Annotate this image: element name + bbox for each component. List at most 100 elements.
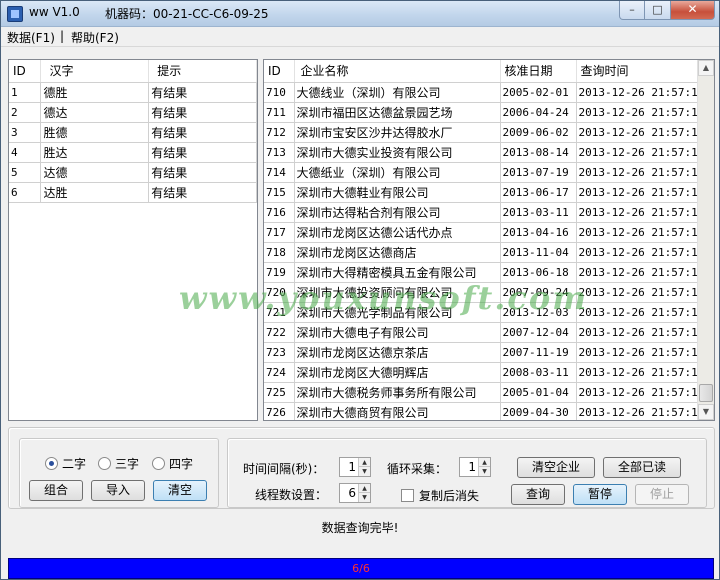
cell-company-name: 深圳市大德投资顾问有限公司 — [294, 282, 501, 303]
radio-label: 三字 — [115, 457, 140, 471]
cell-query-time: 2013-12-26 21:57:11 — [576, 362, 706, 383]
cell-approval-date: 2009-04-30 — [500, 402, 577, 420]
combine-button[interactable]: 组合 — [29, 480, 83, 501]
interval-spinner[interactable]: 1 ▲ ▼ — [339, 457, 371, 477]
keyword-row[interactable]: 1 德胜 有结果 — [9, 82, 257, 103]
radio-two-chars[interactable]: 二字 — [45, 455, 86, 472]
keyword-row[interactable]: 5 达德 有结果 — [9, 162, 257, 183]
spin-down-icon[interactable]: ▼ — [478, 467, 490, 476]
keyword-table[interactable]: ID 汉字 提示 1 德胜 有结果 2 德达 有结果 3 胜德 有结果 4 胜达 有结果 5 达德 有结果 6… — [8, 59, 258, 421]
company-row[interactable]: 716 深圳市达得粘合剂有限公司 2013-03-11 2013-12-26 21:5… — [264, 202, 706, 223]
spin-down-icon[interactable]: ▼ — [358, 493, 370, 502]
spin-up-icon[interactable]: ▲ — [478, 458, 490, 467]
keyword-row[interactable]: 3 胜德 有结果 — [9, 122, 257, 143]
loop-spinner[interactable]: 1 ▲ ▼ — [459, 457, 491, 477]
company-row[interactable]: 724 深圳市龙岗区大德明辉店 2008-03-11 2013-12-26 21:57… — [264, 362, 706, 383]
company-row[interactable]: 714 大德纸业（深圳）有限公司 2013-07-19 2013-12-26 21:5… — [264, 162, 706, 183]
query-button[interactable]: 查询 — [511, 484, 565, 505]
cell-hint: 有结果 — [148, 162, 257, 183]
cell-company-name: 深圳市龙岗区达德公话代办点 — [294, 222, 501, 243]
column-header-id[interactable]: ID — [9, 60, 42, 83]
company-row[interactable]: 721 深圳市大德光学制品有限公司 2013-12-03 2013-12-26 21:… — [264, 302, 706, 323]
company-row[interactable]: 712 深圳市宝安区沙井达得胶水厂 2009-06-02 2013-12-26 21:… — [264, 122, 706, 143]
cell-id: 718 — [264, 242, 295, 263]
company-row[interactable]: 722 深圳市大德电子有限公司 2007-12-04 2013-12-26 21:57… — [264, 322, 706, 343]
cell-id: 711 — [264, 102, 295, 123]
company-row[interactable]: 719 深圳市大得精密模具五金有限公司 2013-06-18 2013-12-26 2… — [264, 262, 706, 283]
menu-help[interactable]: 帮助(F2) — [71, 29, 119, 46]
scroll-up-arrow-icon[interactable]: ▲ — [698, 60, 714, 76]
cell-approval-date: 2006-04-24 — [500, 102, 577, 123]
cell-company-name: 大德纸业（深圳）有限公司 — [294, 162, 501, 183]
cell-id: 5 — [9, 162, 42, 183]
keyword-row[interactable]: 2 德达 有结果 — [9, 102, 257, 123]
company-row[interactable]: 718 深圳市龙岗区达德商店 2013-11-04 2013-12-26 21:57:… — [264, 242, 706, 263]
vertical-scrollbar[interactable]: ▲ ▼ — [697, 60, 714, 420]
company-table[interactable]: ID 企业名称 核准日期 查询时间 710 大德线业（深圳）有限公司 2005-02… — [263, 59, 715, 421]
scroll-down-arrow-icon[interactable]: ▼ — [698, 404, 714, 420]
cell-id: 724 — [264, 362, 295, 383]
cell-approval-date: 2008-03-11 — [500, 362, 577, 383]
interval-value: 1 — [348, 460, 356, 474]
radio-four-chars[interactable]: 四字 — [152, 455, 193, 472]
company-row[interactable]: 713 深圳市大德实业投资有限公司 2013-08-14 2013-12-26 21:… — [264, 142, 706, 163]
company-row[interactable]: 710 大德线业（深圳）有限公司 2005-02-01 2013-12-26 21:5… — [264, 82, 706, 103]
company-row[interactable]: 723 深圳市龙岗区达德京茶店 2007-11-19 2013-12-26 21:57… — [264, 342, 706, 363]
column-header-hanzi[interactable]: 汉字 — [40, 60, 150, 83]
column-header-company-name[interactable]: 企业名称 — [294, 60, 501, 83]
company-row[interactable]: 717 深圳市龙岗区达德公话代办点 2013-04-16 2013-12-26 21:… — [264, 222, 706, 243]
cell-id: 720 — [264, 282, 295, 303]
column-header-approval-date[interactable]: 核准日期 — [500, 60, 577, 83]
progress-bar: 6/6 — [8, 558, 714, 579]
cell-hint: 有结果 — [148, 182, 257, 203]
cell-approval-date: 2013-03-11 — [500, 202, 577, 223]
cell-hanzi: 达胜 — [40, 182, 150, 203]
cell-query-time: 2013-12-26 21:57:11 — [576, 282, 706, 303]
app-icon — [7, 6, 23, 22]
spin-down-icon[interactable]: ▼ — [358, 467, 370, 476]
spin-up-icon[interactable]: ▲ — [358, 484, 370, 493]
cell-id: 721 — [264, 302, 295, 323]
cell-query-time: 2013-12-26 21:57:11 — [576, 322, 706, 343]
company-row[interactable]: 715 深圳市大德鞋业有限公司 2013-06-17 2013-12-26 21:57… — [264, 182, 706, 203]
spin-up-icon[interactable]: ▲ — [358, 458, 370, 467]
cell-approval-date: 2013-12-03 — [500, 302, 577, 323]
clear-keywords-button[interactable]: 清空 — [153, 480, 207, 501]
pause-button[interactable]: 暂停 — [573, 484, 627, 505]
maximize-button[interactable]: □ — [645, 1, 671, 20]
main-window: ww V1.0 机器码：00-21-CC-C6-09-25 – □ ✕ 数据(F… — [0, 0, 720, 580]
cell-company-name: 深圳市宝安区沙井达得胶水厂 — [294, 122, 501, 143]
title-bar[interactable]: ww V1.0 机器码：00-21-CC-C6-09-25 – □ ✕ — [1, 1, 719, 27]
column-header-query-time[interactable]: 查询时间 — [576, 60, 706, 83]
keyword-row[interactable]: 6 达胜 有结果 — [9, 182, 257, 203]
keyword-row[interactable]: 4 胜达 有结果 — [9, 142, 257, 163]
cell-query-time: 2013-12-26 21:57:11 — [576, 102, 706, 123]
mark-all-read-button[interactable]: 全部已读 — [603, 457, 681, 478]
copy-hide-checkbox[interactable]: 复制后消失 — [401, 487, 479, 504]
cell-company-name: 深圳市福田区达德盆景园艺场 — [294, 102, 501, 123]
clear-companies-button[interactable]: 清空企业 — [517, 457, 595, 478]
company-row[interactable]: 726 深圳市大德商贸有限公司 2009-04-30 2013-12-26 21:57… — [264, 402, 706, 420]
company-row[interactable]: 720 深圳市大德投资顾问有限公司 2007-09-24 2013-12-26 21:… — [264, 282, 706, 303]
threads-spinner[interactable]: 6 ▲ ▼ — [339, 483, 371, 503]
cell-hint: 有结果 — [148, 82, 257, 103]
cell-id: 4 — [9, 142, 42, 163]
minimize-button[interactable]: – — [619, 1, 645, 20]
company-row[interactable]: 725 深圳市大德税务师事务所有限公司 2005-01-04 2013-12-26 2… — [264, 382, 706, 403]
cell-company-name: 深圳市大德实业投资有限公司 — [294, 142, 501, 163]
cell-id: 2 — [9, 102, 42, 123]
radio-three-chars[interactable]: 三字 — [98, 455, 139, 472]
company-row[interactable]: 711 深圳市福田区达德盆景园艺场 2006-04-24 2013-12-26 21:… — [264, 102, 706, 123]
cell-id: 723 — [264, 342, 295, 363]
import-button[interactable]: 导入 — [91, 480, 145, 501]
cell-company-name: 深圳市达得粘合剂有限公司 — [294, 202, 501, 223]
cell-hanzi: 胜达 — [40, 142, 150, 163]
cell-id: 715 — [264, 182, 295, 203]
column-header-hint[interactable]: 提示 — [148, 60, 257, 83]
cell-hint: 有结果 — [148, 102, 257, 123]
column-header-id[interactable]: ID — [264, 60, 295, 83]
close-button[interactable]: ✕ — [671, 1, 715, 20]
scroll-thumb[interactable] — [699, 384, 713, 402]
cell-id: 6 — [9, 182, 42, 203]
menu-data[interactable]: 数据(F1) — [7, 29, 55, 46]
